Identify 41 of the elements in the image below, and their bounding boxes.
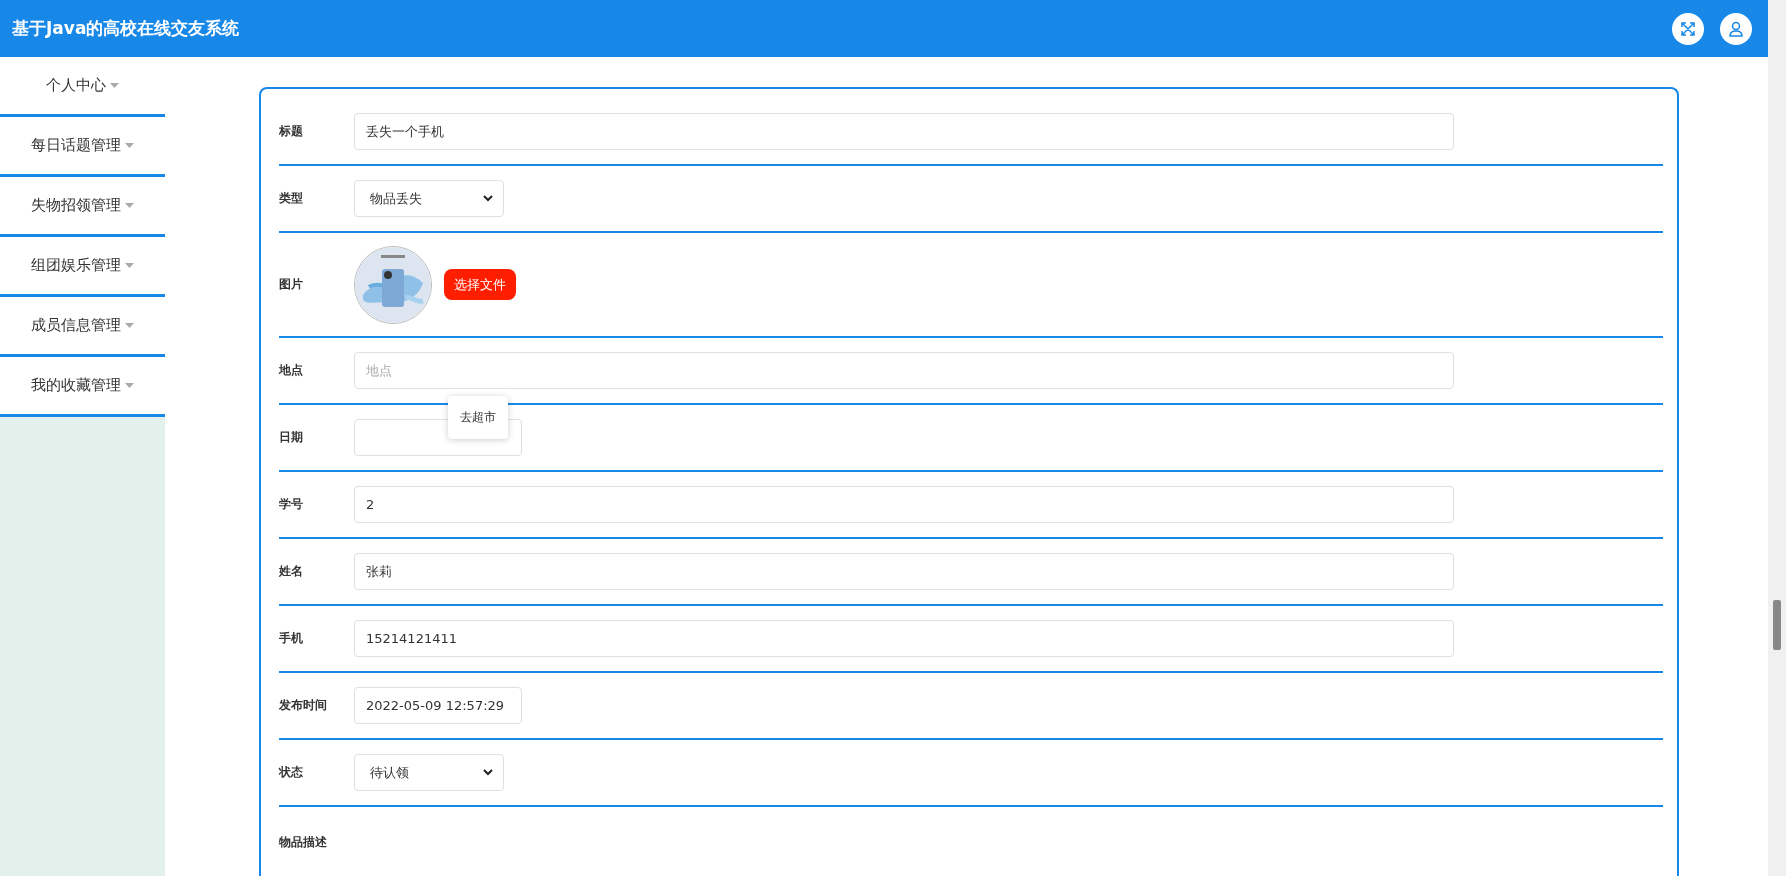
sidebar-item[interactable]: 失物招领管理 — [0, 177, 165, 237]
caret-icon — [110, 83, 119, 88]
text-field[interactable]: 2 — [354, 486, 1454, 523]
field-label: 日期 — [279, 429, 304, 446]
text-field[interactable]: 丢失一个手机 — [354, 113, 1454, 150]
sidebar-item[interactable]: 个人中心 — [0, 57, 165, 117]
text-field[interactable]: 地点 — [354, 352, 1454, 389]
fullscreen-button[interactable] — [1672, 12, 1704, 45]
sidebar-item[interactable]: 成员信息管理 — [0, 297, 165, 357]
suggestion-popup[interactable]: 去超市 — [448, 396, 508, 439]
field-label: 图片 — [279, 276, 304, 293]
text-field[interactable]: 15214121411 — [354, 620, 1454, 657]
field-label: 状态 — [279, 764, 304, 781]
field-label: 物品描述 — [279, 833, 328, 851]
select-field[interactable]: 待认领 — [354, 754, 504, 791]
choose-file-button[interactable]: 选择文件 — [444, 269, 516, 300]
scrollbar[interactable] — [1768, 0, 1786, 876]
sidebar-item[interactable]: 组团娱乐管理 — [0, 237, 165, 297]
date-field[interactable]: 2022-05-09 12:57:29 — [354, 687, 522, 724]
chevron-down-icon — [483, 769, 493, 776]
fullscreen-icon — [1680, 20, 1696, 37]
caret-icon — [125, 143, 134, 148]
user-button[interactable] — [1720, 12, 1752, 45]
caret-icon — [125, 263, 134, 268]
user-icon — [1727, 19, 1745, 38]
field-label: 姓名 — [279, 563, 304, 580]
caret-icon — [125, 203, 134, 208]
sidebar-item[interactable]: 每日话题管理 — [0, 117, 165, 177]
field-label: 手机 — [279, 630, 304, 647]
text-field[interactable]: 张莉 — [354, 553, 1454, 590]
field-label: 发布时间 — [279, 697, 328, 714]
field-label: 标题 — [279, 123, 304, 140]
select-field[interactable]: 物品丢失 — [354, 180, 504, 217]
sidebar-item[interactable]: 我的收藏管理 — [0, 357, 165, 417]
caret-icon — [125, 383, 134, 388]
app-title: 基于Java的高校在线交友系统 — [12, 17, 241, 40]
field-label: 地点 — [279, 362, 304, 379]
field-label: 类型 — [279, 190, 304, 207]
field-label: 学号 — [279, 496, 304, 513]
chevron-down-icon — [483, 195, 493, 202]
caret-icon — [125, 323, 134, 328]
